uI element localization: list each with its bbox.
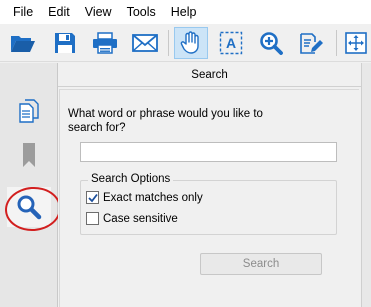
- email-button[interactable]: [128, 27, 162, 59]
- menu-file[interactable]: File: [6, 0, 41, 24]
- scrollbar[interactable]: [361, 63, 371, 307]
- sidebar-tab-pages[interactable]: [7, 91, 51, 131]
- search-panel: Search What word or phrase would you lik…: [58, 63, 361, 307]
- print-icon: [93, 32, 117, 54]
- exact-matches-option[interactable]: Exact matches only: [86, 191, 203, 204]
- bookmark-icon: [23, 143, 35, 167]
- toolbar-separator: [336, 30, 337, 56]
- text-select-button[interactable]: A: [214, 27, 248, 59]
- menu-bar: File Edit View Tools Help: [0, 0, 371, 24]
- print-button[interactable]: [88, 27, 122, 59]
- case-sensitive-option[interactable]: Case sensitive: [86, 212, 178, 225]
- save-icon: [55, 33, 75, 53]
- toolbar-separator: [168, 30, 169, 56]
- case-sensitive-label: Case sensitive: [103, 212, 178, 225]
- save-button[interactable]: [48, 27, 82, 59]
- fit-page-icon: [345, 32, 367, 54]
- hand-tool-icon: [180, 31, 199, 54]
- edit-icon: [300, 33, 323, 54]
- zoom-icon: [260, 32, 283, 55]
- fit-page-button[interactable]: [341, 27, 371, 59]
- email-icon: [132, 34, 158, 52]
- menu-edit[interactable]: Edit: [41, 0, 78, 24]
- search-input[interactable]: [80, 142, 337, 162]
- exact-matches-checkbox[interactable]: [86, 191, 99, 204]
- panel-title: Search: [58, 63, 361, 87]
- menu-tools[interactable]: Tools: [120, 0, 164, 24]
- sidebar-tab-bookmarks[interactable]: [7, 135, 51, 175]
- pages-icon: [19, 99, 39, 123]
- open-folder-icon: [11, 36, 35, 52]
- sidebar-tab-strip: [0, 63, 58, 307]
- search-prompt: What word or phrase would you like to se…: [68, 108, 263, 134]
- menu-view[interactable]: View: [78, 0, 120, 24]
- edit-button[interactable]: [294, 27, 328, 59]
- search-button[interactable]: Search: [200, 253, 322, 275]
- panel-body: What word or phrase would you like to se…: [59, 89, 359, 307]
- case-sensitive-checkbox[interactable]: [86, 212, 99, 225]
- menu-help[interactable]: Help: [164, 0, 205, 24]
- svg-text:A: A: [226, 35, 236, 51]
- search-options-group: Search Options Exact matches only Case s…: [80, 173, 337, 235]
- exact-matches-label: Exact matches only: [103, 191, 203, 204]
- text-select-icon: A: [219, 31, 243, 55]
- zoom-button[interactable]: [254, 27, 288, 59]
- search-options-title: Search Options: [88, 173, 174, 185]
- toolbar: A: [0, 24, 371, 62]
- open-button[interactable]: [6, 27, 40, 59]
- hand-tool-button[interactable]: [174, 27, 208, 59]
- checkmark-icon: [88, 193, 98, 203]
